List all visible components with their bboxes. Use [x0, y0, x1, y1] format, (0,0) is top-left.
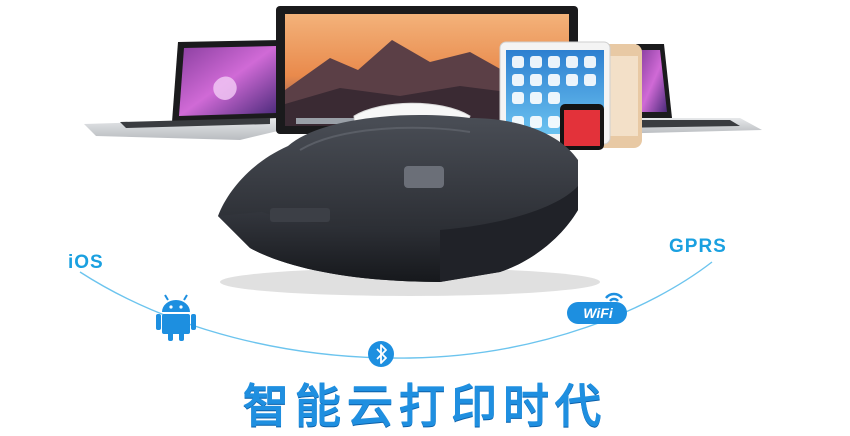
ios-label: iOS: [68, 252, 104, 273]
wifi-label: WiFi: [583, 305, 613, 321]
gprs-label: GPRS: [669, 236, 727, 257]
receipt-printer-icon: [218, 102, 600, 296]
banner-artwork: [79, 6, 762, 367]
left-laptop-icon: [84, 40, 282, 140]
android-icon: [156, 294, 196, 341]
bluetooth-icon: [368, 341, 394, 367]
product-banner: iOS GPRS WiFi 智能云打印时代: [0, 0, 850, 433]
headline: 智能云打印时代: [243, 379, 607, 433]
smartphone-icon: [560, 104, 604, 150]
